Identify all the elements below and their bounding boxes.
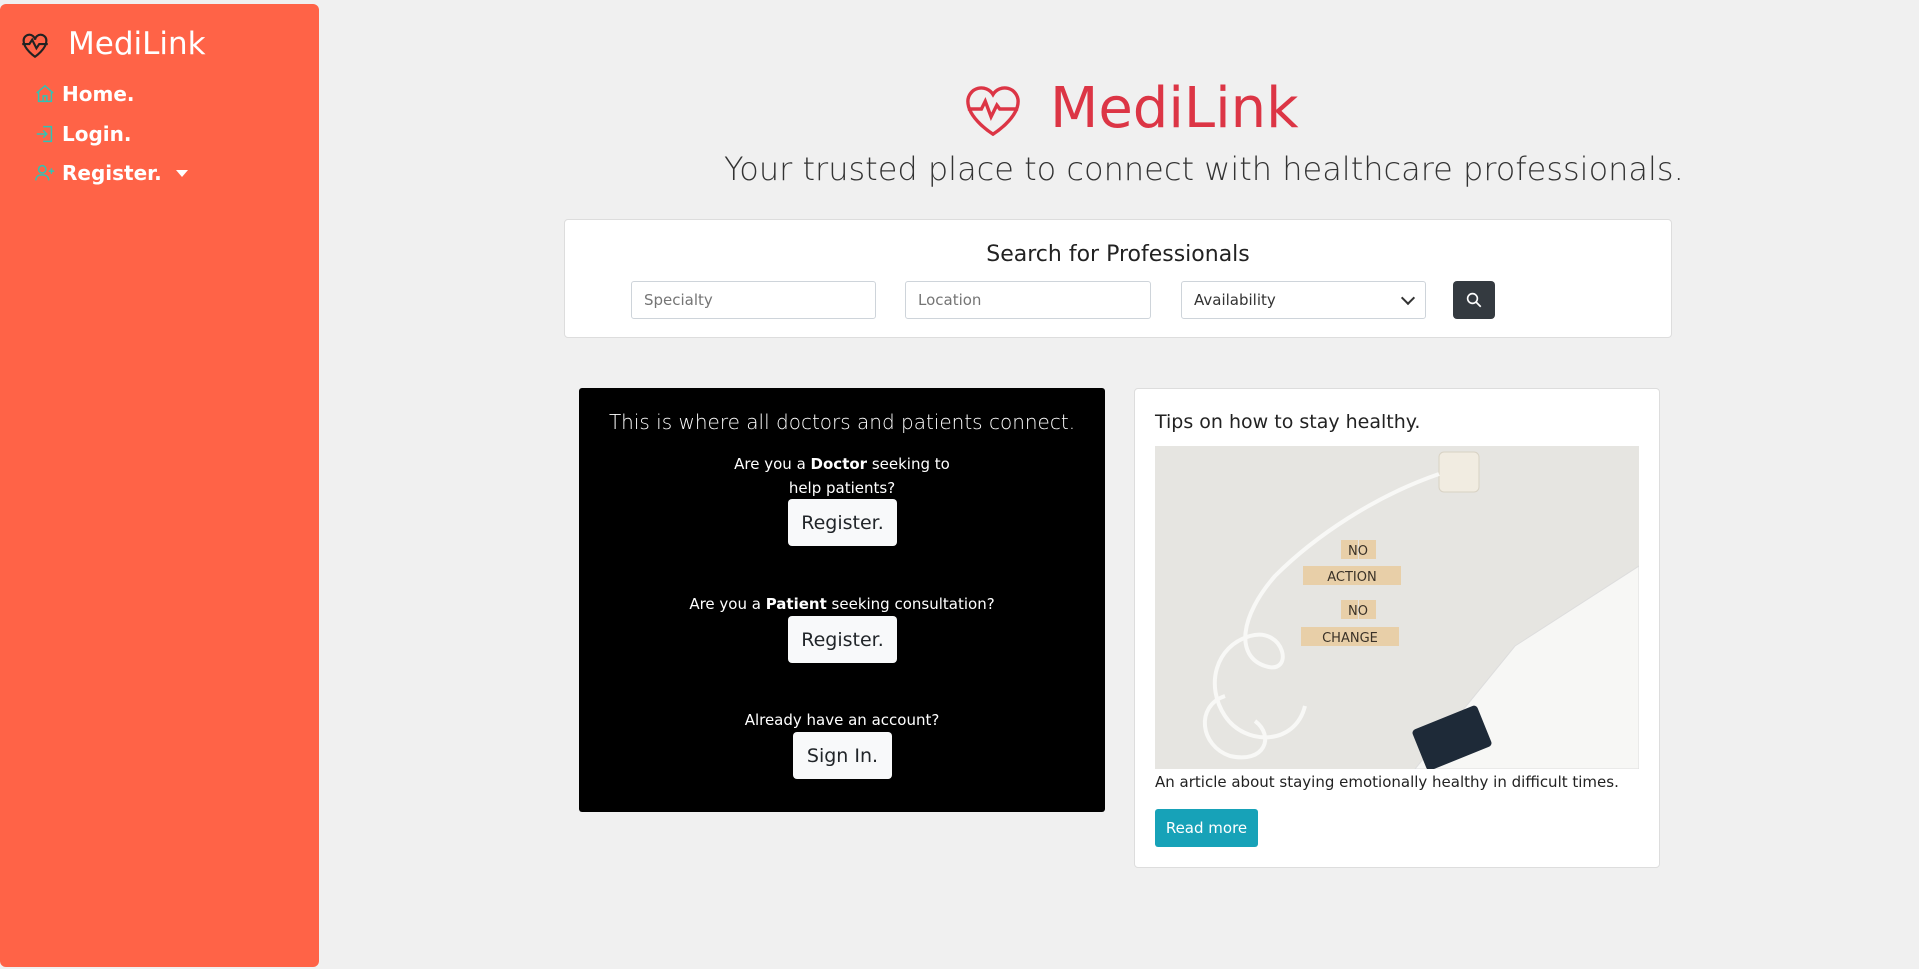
account-question: Already have an account? — [744, 711, 940, 729]
question-text: Are you a — [689, 595, 766, 613]
hero-brand: MediLink — [962, 76, 1299, 141]
hero-subtitle: Your trusted place to connect with healt… — [724, 150, 1684, 188]
doctor-question: Are you a Doctor seeking to help patient… — [579, 452, 1105, 500]
read-more-button[interactable]: Read more — [1155, 809, 1258, 847]
sidebar-brand[interactable]: MediLink — [18, 26, 206, 62]
tips-card: Tips on how to stay healthy. NO ACTION N… — [1134, 388, 1660, 868]
image-tile-row: CHANGE — [1301, 627, 1399, 646]
tips-title: Tips on how to stay healthy. — [1155, 411, 1421, 433]
search-card: Search for Professionals Availability — [564, 219, 1672, 338]
question-strong: Patient — [765, 595, 827, 613]
image-tile-text: NO — [1348, 544, 1368, 559]
location-input[interactable] — [905, 281, 1151, 319]
search-title: Search for Professionals — [986, 242, 1250, 267]
image-tile-text: NO — [1348, 604, 1368, 619]
login-icon — [36, 125, 53, 143]
article-image: NO ACTION NO CHANGE — [1155, 446, 1639, 769]
heartbeat-icon — [966, 85, 1020, 136]
availability-select[interactable]: Availability — [1181, 281, 1426, 319]
sidebar-item-login[interactable]: Login. — [34, 122, 132, 146]
sidebar-item-label: Home. — [62, 82, 135, 106]
sidebar-item-label: Login. — [62, 122, 132, 146]
sidebar-item-home[interactable]: Home. — [34, 82, 134, 106]
image-tile-row: ACTION — [1303, 566, 1401, 585]
patient-register-button[interactable]: Register. — [788, 616, 897, 663]
specialty-input[interactable] — [631, 281, 876, 319]
chevron-down-icon — [1400, 290, 1416, 306]
question-text: seeking consultation? — [826, 595, 995, 613]
doctor-register-button[interactable]: Register. — [788, 499, 897, 546]
chevron-down-icon — [175, 169, 188, 177]
image-tile-text: ACTION — [1327, 570, 1376, 585]
home-icon — [36, 84, 54, 103]
sidebar-item-label: Register. — [62, 161, 162, 185]
sidebar: MediLink Home. Login. Register. — [0, 4, 319, 967]
question-strong: Doctor — [810, 455, 868, 473]
image-tile-text: CHANGE — [1322, 631, 1378, 646]
sign-in-button[interactable]: Sign In. — [793, 732, 892, 779]
tips-description: An article about staying emotionally hea… — [1155, 773, 1619, 791]
search-icon — [1466, 292, 1482, 308]
question-text: Are you a — [734, 455, 811, 473]
connect-title: This is where all doctors and patients c… — [608, 410, 1076, 434]
sidebar-item-register[interactable]: Register. — [34, 161, 188, 185]
availability-value: Availability — [1194, 291, 1276, 309]
hero-title: MediLink — [1050, 76, 1299, 141]
heartbeat-icon — [22, 33, 48, 59]
user-plus-icon — [35, 164, 55, 181]
connect-panel: This is where all doctors and patients c… — [579, 388, 1105, 812]
sidebar-brand-text: MediLink — [68, 26, 206, 62]
search-button[interactable] — [1453, 281, 1495, 319]
patient-question: Are you a Patient seeking consultation? — [579, 592, 1105, 616]
